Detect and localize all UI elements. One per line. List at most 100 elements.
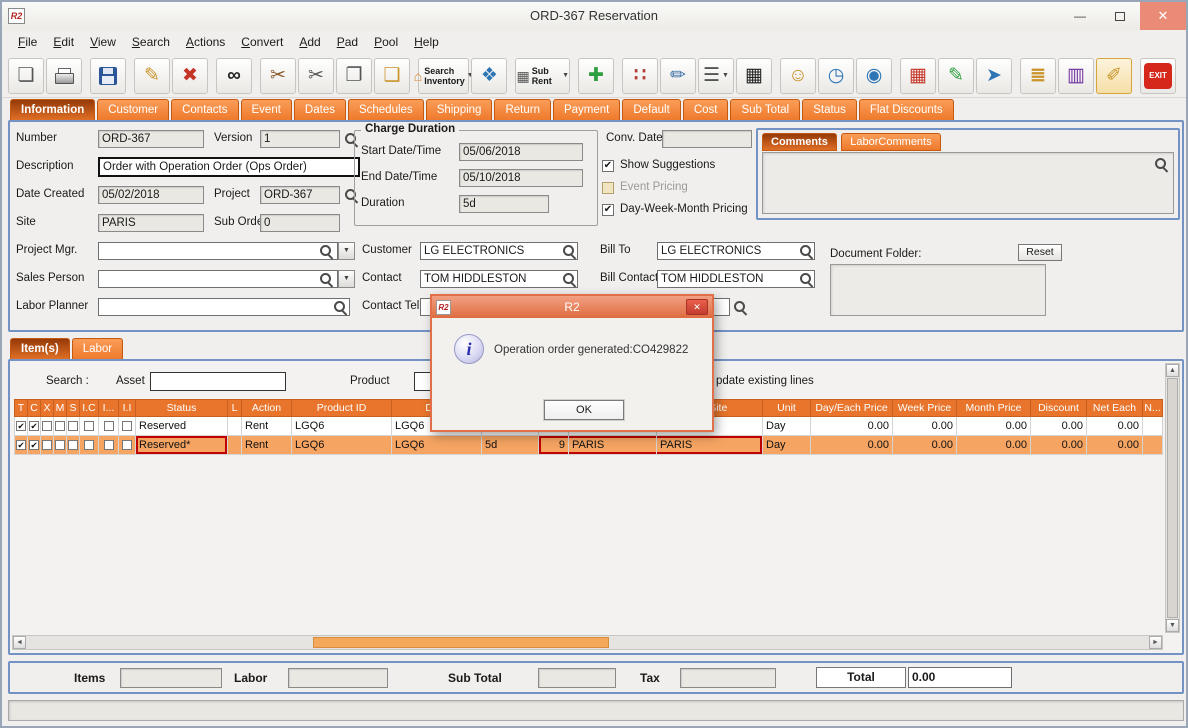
tab-cost[interactable]: Cost [683,99,729,120]
bill-to-field[interactable]: LG ELECTRONICS [657,242,815,260]
row-checkbox[interactable] [68,440,78,450]
cube-button[interactable]: ▦ [900,58,936,94]
scroll-up-button[interactable]: ▲ [1166,364,1179,377]
row-checkbox[interactable] [104,421,114,431]
project-mgr-dropdown[interactable]: ▼ [338,242,355,260]
column-header[interactable]: M [54,400,67,417]
bill-contact-field[interactable]: TOM HIDDLESTON [657,270,815,288]
cell-product-id[interactable]: LGQ6 [292,417,392,436]
cell-day-price[interactable]: 0.00 [811,436,893,455]
column-header[interactable]: L [228,400,242,417]
cell-action[interactable]: Rent [242,417,292,436]
document-folder-box[interactable] [830,264,1046,316]
column-header[interactable]: I... [99,400,119,417]
contact-field[interactable]: TOM HIDDLESTON [420,270,578,288]
project-field[interactable]: ORD-367 [260,186,340,204]
menu-help[interactable]: Help [406,32,447,52]
menu-pool[interactable]: Pool [366,32,406,52]
copy-button[interactable]: ❐ [336,58,372,94]
cell-qty[interactable]: 9 [539,436,569,455]
row-checkbox[interactable] [42,421,52,431]
day-week-month-checkbox[interactable]: ✔ [602,204,614,216]
tab-labor-comments[interactable]: LaborComments [841,133,940,151]
number-field[interactable]: ORD-367 [98,130,204,148]
magnifier-icon[interactable] [561,243,577,259]
add-button[interactable]: ✚ [578,58,614,94]
row-checkbox[interactable]: ✔ [16,421,26,431]
paste-button[interactable]: ❑ [374,58,410,94]
minimize-button[interactable]: — [1060,2,1100,30]
menu-convert[interactable]: Convert [233,32,291,52]
column-header[interactable]: S [67,400,80,417]
print-labels-button[interactable]: ▦ [736,58,772,94]
horizontal-scrollbar[interactable]: ◄ ► [12,635,1163,650]
total-button[interactable]: Total [816,667,906,688]
horizontal-scroll-thumb[interactable] [313,637,609,648]
column-header-product-id[interactable]: Product ID [292,400,392,417]
tab-items[interactable]: Item(s) [10,338,70,359]
cell-l[interactable] [228,417,242,436]
column-header[interactable]: I.I [119,400,136,417]
row-checkbox[interactable] [84,421,94,431]
labor-planner-field[interactable] [98,298,350,316]
magnifier-icon[interactable] [1153,156,1169,172]
table-row-selected[interactable]: ✔ ✔ Reserved* Rent LGQ6 LGQ6 5d 9 PARIS … [15,436,1163,455]
menu-file[interactable]: File [10,32,45,52]
scroll-down-button[interactable]: ▼ [1166,619,1179,632]
column-header-action[interactable]: Action [242,400,292,417]
cell-status[interactable]: Reserved [136,417,228,436]
vertical-scrollbar[interactable]: ▲ ▼ [1165,363,1180,633]
scroll-right-button[interactable]: ► [1149,636,1162,649]
column-header[interactable]: N... [1143,400,1163,417]
cell-discount[interactable]: 0.00 [1031,417,1087,436]
cell-unit[interactable]: Day [763,436,811,455]
cell-month-price[interactable]: 0.00 [957,436,1031,455]
cell-week-price[interactable]: 0.00 [893,436,957,455]
cell-n[interactable] [1143,417,1163,436]
tab-event[interactable]: Event [241,99,292,120]
row-checkbox[interactable]: ✔ [29,421,39,431]
vertical-scroll-thumb[interactable] [1167,378,1178,618]
row-checkbox[interactable] [122,421,132,431]
edit-button[interactable]: ✎ [134,58,170,94]
tab-shipping[interactable]: Shipping [426,99,493,120]
magnifier-icon[interactable] [318,243,334,259]
boxes-button[interactable]: ▥ [1058,58,1094,94]
wand-button[interactable]: ✐ [1096,58,1132,94]
cut-button[interactable]: ✂ [298,58,334,94]
tab-information[interactable]: Information [10,99,95,120]
cell-status[interactable]: Reserved* [136,436,228,455]
transfer-button[interactable]: ➤ [976,58,1012,94]
sales-person-field[interactable] [98,270,338,288]
version-field[interactable]: 1 [260,130,340,148]
column-header-day-price[interactable]: Day/Each Price [811,400,893,417]
search-inventory-button[interactable]: ⌂ Search Inventory ▼ [418,58,469,94]
notes-button[interactable]: ✎ [938,58,974,94]
history-button[interactable]: ◷ [818,58,854,94]
row-checkbox[interactable] [42,440,52,450]
new-document-button[interactable]: ❏ [8,58,44,94]
site-field[interactable]: PARIS [98,214,204,232]
exit-button[interactable]: EXIT [1140,58,1176,94]
dialog-title-bar[interactable]: R2 R2 ✕ [432,296,712,318]
delete-button[interactable]: ✖ [172,58,208,94]
menu-search[interactable]: Search [124,32,178,52]
filter-button[interactable]: ❖ [471,58,507,94]
maximize-button[interactable] [1100,2,1140,30]
cell-description[interactable]: LGQ6 [392,436,482,455]
tab-labor[interactable]: Labor [72,338,123,359]
magnifier-icon[interactable] [798,243,814,259]
cell-duration[interactable]: 5d [482,436,539,455]
cut-to-document-button[interactable]: ✂ [260,58,296,94]
cell-shipping-site[interactable]: PARIS [657,436,763,455]
column-header-unit[interactable]: Unit [763,400,811,417]
tab-dates[interactable]: Dates [294,99,346,120]
chevron-down-icon[interactable]: ▼ [722,72,729,79]
magnifier-icon[interactable] [318,271,334,287]
cell-month-price[interactable]: 0.00 [957,417,1031,436]
dialog-close-button[interactable]: ✕ [686,299,708,315]
column-header[interactable]: C [28,400,41,417]
ok-button[interactable]: OK [544,400,624,420]
menu-add[interactable]: Add [291,32,328,52]
row-checkbox[interactable]: ✔ [29,440,39,450]
